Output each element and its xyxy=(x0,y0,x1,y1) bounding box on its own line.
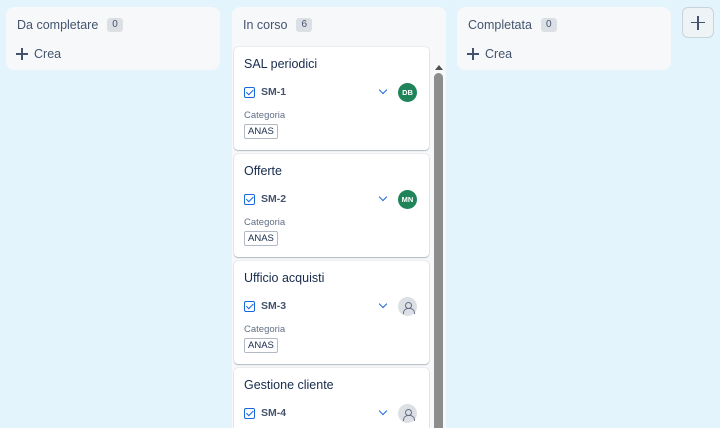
issue-count-badge: 0 xyxy=(107,18,123,32)
checkbox-icon xyxy=(244,407,255,419)
column-title: In corso xyxy=(243,18,288,32)
category-tag: ANAS xyxy=(244,231,278,246)
column-da-completare: Da completare 0 Crea xyxy=(6,7,220,70)
issue-card-sm-1[interactable]: SAL periodici SM-1 DB Categoria ANAS xyxy=(234,47,429,150)
assignee-avatar[interactable]: DB xyxy=(398,83,417,102)
column-header: Completata 0 xyxy=(468,18,557,32)
create-label: Crea xyxy=(485,47,513,61)
card-title: Offerte xyxy=(244,164,282,178)
plus-icon xyxy=(691,15,705,30)
person-icon xyxy=(402,301,415,314)
plus-icon xyxy=(467,48,479,60)
card-title: Gestione cliente xyxy=(244,378,334,392)
card-meta: SM-2 xyxy=(244,193,286,205)
column-header: In corso 6 xyxy=(243,18,313,32)
chevron-down-icon[interactable] xyxy=(379,408,387,416)
scrollbar-thumb[interactable] xyxy=(434,73,443,428)
checkbox-icon xyxy=(244,193,255,205)
issue-key[interactable]: SM-3 xyxy=(261,300,286,312)
column-header: Da completare 0 xyxy=(17,18,123,32)
person-icon xyxy=(402,408,415,421)
add-column-button[interactable] xyxy=(682,7,714,38)
issue-key[interactable]: SM-4 xyxy=(261,407,286,419)
unassigned-avatar[interactable] xyxy=(398,404,417,423)
chevron-down-icon[interactable] xyxy=(379,194,387,202)
card-title: SAL periodici xyxy=(244,57,318,71)
create-label: Crea xyxy=(34,47,62,61)
assignee-avatar[interactable]: MN xyxy=(398,190,417,209)
checkbox-icon xyxy=(244,300,255,312)
chevron-down-icon[interactable] xyxy=(379,301,387,309)
issue-key[interactable]: SM-2 xyxy=(261,193,286,205)
field-label: Categoria xyxy=(244,110,286,121)
issue-count-badge: 0 xyxy=(540,18,557,32)
column-scrollbar[interactable] xyxy=(434,61,444,428)
unassigned-avatar[interactable] xyxy=(398,297,417,316)
column-completata: Completata 0 Crea xyxy=(457,7,671,70)
field-label: Categoria xyxy=(244,324,286,335)
issue-count-badge: 6 xyxy=(296,18,313,32)
column-in-corso: In corso 6 SAL periodici SM-1 DB Categor… xyxy=(232,7,446,428)
card-meta: SM-1 xyxy=(244,86,286,98)
column-title: Completata xyxy=(468,18,532,32)
checkbox-icon xyxy=(244,86,255,98)
category-tag: ANAS xyxy=(244,124,278,139)
column-title: Da completare xyxy=(17,18,99,32)
field-label: Categoria xyxy=(244,217,286,228)
issue-card-sm-4[interactable]: Gestione cliente SM-4 xyxy=(234,368,429,428)
chevron-down-icon[interactable] xyxy=(379,87,387,95)
category-tag: ANAS xyxy=(244,338,278,353)
plus-icon xyxy=(16,48,28,60)
card-meta: SM-3 xyxy=(244,300,286,312)
scroll-up-arrow-icon[interactable] xyxy=(435,65,443,70)
card-meta: SM-4 xyxy=(244,407,286,419)
issue-card-sm-2[interactable]: Offerte SM-2 MN Categoria ANAS xyxy=(234,154,429,257)
create-issue-button[interactable]: Crea xyxy=(467,47,512,61)
issue-key[interactable]: SM-1 xyxy=(261,86,286,98)
create-issue-button[interactable]: Crea xyxy=(16,47,61,61)
card-title: Ufficio acquisti xyxy=(244,271,325,285)
issue-card-sm-3[interactable]: Ufficio acquisti SM-3 Categoria ANAS xyxy=(234,261,429,364)
